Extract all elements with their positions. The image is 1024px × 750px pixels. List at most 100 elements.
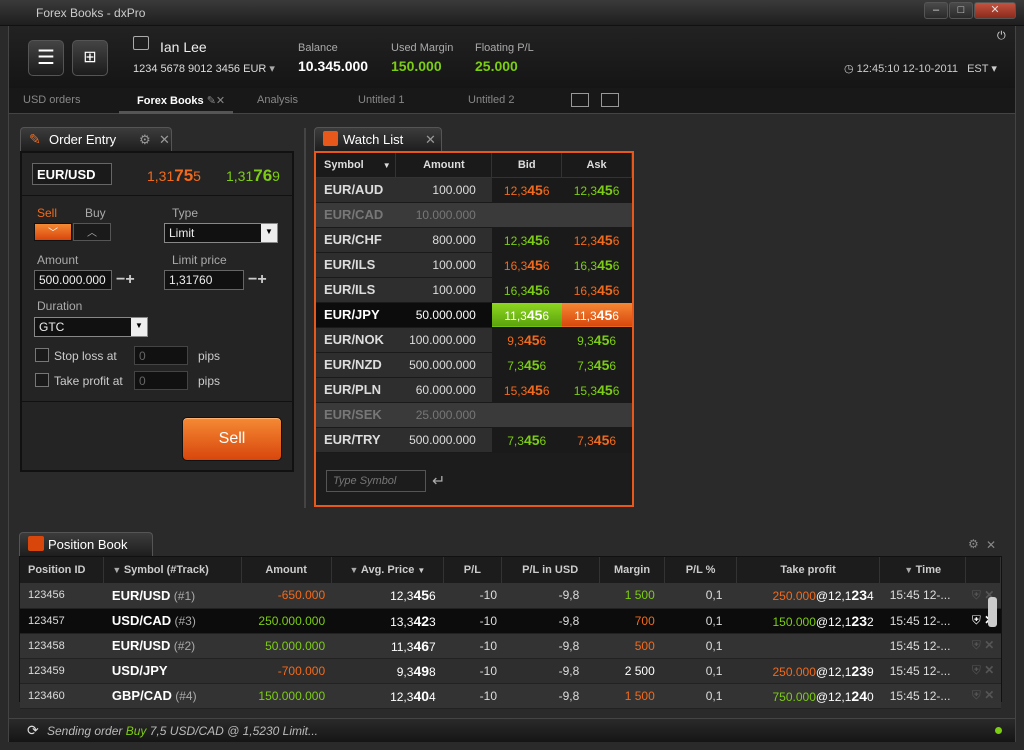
column-header[interactable]: Position ID: [20, 557, 105, 583]
position-book-tab[interactable]: Position Book: [19, 532, 153, 556]
sell-toggle[interactable]: ﹀: [34, 223, 72, 241]
bid-cell[interactable]: 7,3456: [491, 352, 562, 378]
column-header[interactable]: P/L in USD: [501, 557, 600, 583]
watchlist-row[interactable]: EUR/ILS 100.000 16,3456 16,3456: [316, 252, 632, 278]
scrollbar-thumb[interactable]: [988, 597, 997, 627]
limit-price-input[interactable]: [164, 270, 244, 290]
bid-cell[interactable]: 16,3456: [491, 277, 562, 303]
take-profit-input[interactable]: [134, 371, 188, 390]
close-position-icon[interactable]: ✕: [984, 688, 994, 702]
gear-icon[interactable]: ⚙: [968, 537, 979, 551]
take-profit-cell[interactable]: [736, 633, 880, 659]
watchlist-row[interactable]: EUR/CHF 800.000 12,3456 12,3456: [316, 227, 632, 253]
filter-icon[interactable]: ▼: [112, 565, 123, 575]
ask-cell[interactable]: 9,3456: [561, 327, 632, 353]
bid-cell[interactable]: 12,3456: [491, 227, 562, 253]
watchlist-row[interactable]: EUR/AUD 100.000 12,3456 12,3456: [316, 177, 632, 203]
buy-toggle[interactable]: ︿: [73, 223, 111, 241]
close-icon[interactable]: ✕: [986, 538, 996, 552]
shield-icon[interactable]: ⛨: [972, 613, 981, 627]
stop-loss-input[interactable]: [134, 346, 188, 365]
take-profit-cell[interactable]: 150.000@12,1232: [736, 608, 880, 634]
order-entry-tab[interactable]: ✎ Order Entry ⚙ ✕: [20, 127, 172, 151]
ask-header[interactable]: Ask: [561, 153, 632, 178]
column-header[interactable]: ▼ Avg. Price ▼: [331, 557, 445, 583]
chevron-down-icon[interactable]: ▾: [991, 63, 997, 75]
watchlist-row[interactable]: EUR/TRY 500.000.000 7,3456 7,3456: [316, 427, 632, 453]
ask-cell[interactable]: 11,3456: [561, 302, 632, 328]
maximize-button[interactable]: □: [949, 2, 973, 19]
grid-layout-icon[interactable]: [601, 93, 619, 107]
amount-header[interactable]: Amount: [395, 153, 493, 178]
filter-icon[interactable]: ▼: [904, 565, 915, 575]
ask-cell[interactable]: 7,3456: [561, 427, 632, 453]
bid-cell[interactable]: 12,3456: [491, 177, 562, 203]
enter-icon[interactable]: ↵: [432, 471, 445, 491]
workspace-tab[interactable]: Analysis: [257, 94, 298, 106]
power-icon[interactable]: ⏻: [997, 30, 1006, 43]
take-profit-cell[interactable]: 250.000@12,1234: [736, 583, 880, 609]
column-header[interactable]: P/L: [443, 557, 502, 583]
shield-icon[interactable]: ⛨: [972, 688, 981, 702]
gear-icon[interactable]: ⚙: [139, 132, 151, 148]
workspace-tab[interactable]: Forex Books ✎✕: [137, 94, 225, 107]
take-profit-cell[interactable]: 750.000@12,1240: [736, 683, 880, 709]
watchlist-row[interactable]: EUR/SEK 25.000.000: [316, 402, 632, 428]
ask-cell[interactable]: 15,3456: [561, 377, 632, 403]
watchlist-row[interactable]: EUR/ILS 100.000 16,3456 16,3456: [316, 277, 632, 303]
workspace-tab[interactable]: Untitled 1: [358, 94, 404, 106]
position-row[interactable]: 123456 EUR/USD (#1) -650.000 12,3456 -10…: [20, 583, 1001, 609]
type-select[interactable]: Limit ▼: [164, 223, 278, 243]
workspace-tab[interactable]: Untitled 2: [468, 94, 514, 106]
duration-select[interactable]: GTC ▼: [34, 317, 148, 337]
watchlist-row[interactable]: EUR/PLN 60.000.000 15,3456 15,3456: [316, 377, 632, 403]
symbol-header[interactable]: Symbol ▼: [316, 153, 397, 178]
bid-header[interactable]: Bid: [491, 153, 563, 178]
ask-cell[interactable]: 12,3456: [561, 227, 632, 253]
ask-cell[interactable]: 7,3456: [561, 352, 632, 378]
close-icon[interactable]: ✕: [159, 132, 170, 148]
minimize-button[interactable]: –: [924, 2, 948, 19]
sell-button[interactable]: Sell: [182, 417, 282, 461]
bid-cell[interactable]: 11,3456: [491, 302, 562, 328]
edit-icon[interactable]: ✎: [207, 95, 216, 107]
ask-cell[interactable]: 16,3456: [561, 252, 632, 278]
new-window-button[interactable]: ⊞: [72, 40, 108, 76]
ask-cell[interactable]: 12,3456: [561, 177, 632, 203]
column-header[interactable]: Margin: [599, 557, 666, 583]
close-position-icon[interactable]: ✕: [984, 638, 994, 652]
workspace-tab[interactable]: USD orders: [23, 94, 80, 106]
close-icon[interactable]: ✕: [216, 95, 225, 107]
shield-icon[interactable]: ⛨: [972, 588, 981, 602]
close-window-button[interactable]: ✕: [974, 2, 1016, 19]
column-header[interactable]: ▼ Symbol (#Track): [103, 557, 242, 583]
watchlist-tab[interactable]: Watch List ✕: [314, 127, 442, 151]
watchlist-row[interactable]: EUR/CAD 10.000.000: [316, 202, 632, 228]
column-header[interactable]: Take profit: [736, 557, 881, 583]
filter-icon[interactable]: ▼: [350, 565, 361, 575]
bid-cell[interactable]: 7,3456: [491, 427, 562, 453]
watchlist-row[interactable]: EUR/NZD 500.000.000 7,3456 7,3456: [316, 352, 632, 378]
shield-icon[interactable]: ⛨: [972, 638, 981, 652]
shield-icon[interactable]: ⛨: [972, 663, 981, 677]
stop-loss-checkbox[interactable]: [35, 348, 49, 362]
splitter[interactable]: [304, 128, 306, 508]
watchlist-row[interactable]: EUR/JPY 50.000.000 11,3456 11,3456: [316, 302, 632, 328]
position-row[interactable]: 123458 EUR/USD (#2) 50.000.000 11,3467 -…: [20, 633, 1001, 659]
take-profit-cell[interactable]: 250.000@12,1239: [736, 658, 880, 684]
position-row[interactable]: 123457 USD/CAD (#3) 250.000.000 13,3423 …: [20, 608, 1001, 634]
take-profit-checkbox[interactable]: [35, 373, 49, 387]
bid-cell[interactable]: 15,3456: [491, 377, 562, 403]
column-header[interactable]: ▼ Time: [879, 557, 967, 583]
amount-stepper[interactable]: −+: [116, 271, 135, 289]
amount-input[interactable]: [34, 270, 112, 290]
column-header[interactable]: Amount: [241, 557, 332, 583]
layout-icon[interactable]: [571, 93, 589, 107]
close-position-icon[interactable]: ✕: [984, 663, 994, 677]
limit-price-stepper[interactable]: −+: [248, 271, 267, 289]
watchlist-row[interactable]: EUR/NOK 100.000.000 9,3456 9,3456: [316, 327, 632, 353]
symbol-select[interactable]: EUR/USD: [32, 163, 112, 185]
bid-cell[interactable]: 9,3456: [491, 327, 562, 353]
menu-button[interactable]: ☰: [28, 40, 64, 76]
bid-cell[interactable]: 16,3456: [491, 252, 562, 278]
